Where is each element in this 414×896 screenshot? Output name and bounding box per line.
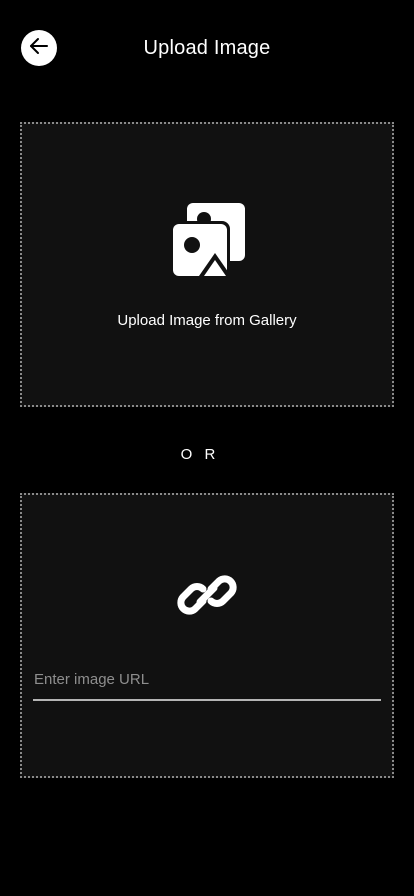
page-title: Upload Image <box>143 37 271 59</box>
image-url-input[interactable] <box>33 665 381 701</box>
upload-from-gallery-area[interactable]: Upload Image from Gallery <box>20 122 394 407</box>
upload-gallery-label: Upload Image from Gallery <box>117 312 297 329</box>
images-icon <box>170 201 247 282</box>
or-separator: O R <box>180 446 220 463</box>
image-url-area <box>20 493 394 778</box>
link-icon <box>175 563 239 632</box>
header: Upload Image <box>0 0 414 96</box>
